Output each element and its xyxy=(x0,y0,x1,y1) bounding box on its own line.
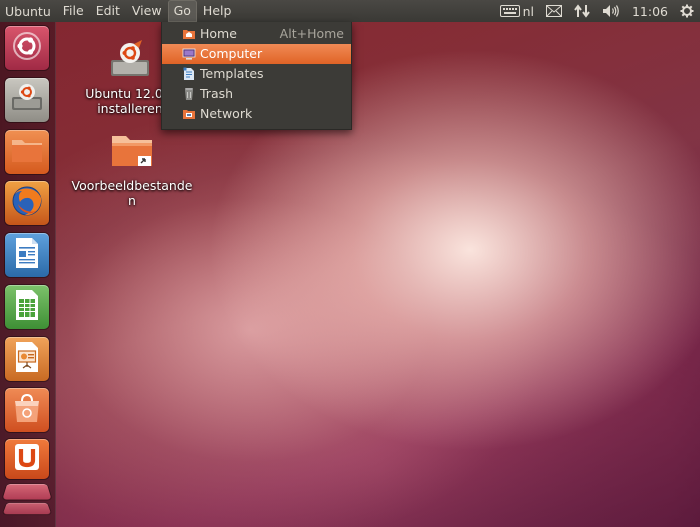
launcher-workspace-switcher[interactable] xyxy=(2,484,52,500)
launcher-libreoffice-writer[interactable] xyxy=(5,233,49,277)
menu-bar: File Edit View Go Help xyxy=(57,0,238,22)
installer-desktop-icon xyxy=(108,38,152,82)
menu-file[interactable]: File xyxy=(57,0,90,22)
sample-label-line1: Voorbeeldbestande xyxy=(71,178,193,193)
launcher-dash-home[interactable] xyxy=(5,26,49,70)
launcher-firefox[interactable] xyxy=(5,181,49,225)
go-menu-item-templates[interactable]: Templates xyxy=(162,64,351,84)
launcher-libreoffice-impress[interactable] xyxy=(5,337,49,381)
network-indicator[interactable] xyxy=(568,0,596,22)
menu-edit[interactable]: Edit xyxy=(90,0,126,22)
clock-label: 11:06 xyxy=(631,3,668,19)
mail-icon xyxy=(545,5,562,17)
go-menu-item-computer-label: Computer xyxy=(200,46,263,61)
launcher-files[interactable] xyxy=(5,130,49,174)
launcher-ubuntu-one[interactable] xyxy=(5,439,49,479)
go-menu-item-trash[interactable]: Trash xyxy=(162,84,351,104)
launcher-trash[interactable] xyxy=(2,502,52,515)
app-title: Ubuntu xyxy=(5,3,51,19)
power-gear-icon xyxy=(680,4,694,18)
menu-help[interactable]: Help xyxy=(197,0,238,22)
clock-indicator[interactable]: 11:06 xyxy=(626,0,674,22)
go-menu-item-home-accel: Alt+Home xyxy=(279,26,344,41)
trash-icon xyxy=(182,87,196,101)
ubuntu-logo-icon xyxy=(12,31,42,65)
computer-icon xyxy=(182,47,196,61)
go-menu-item-computer[interactable]: Computer xyxy=(162,44,351,64)
go-menu-item-home-label: Home xyxy=(200,26,237,41)
launcher-ubuntu-software-center[interactable] xyxy=(5,388,49,432)
sample-folder-icon xyxy=(110,130,154,174)
ubuntu-one-icon xyxy=(13,442,41,476)
indicator-area: nl 11:06 xyxy=(494,0,700,22)
firefox-icon xyxy=(10,184,44,222)
top-panel: Ubuntu File Edit View Go Help nl 11:06 xyxy=(0,0,700,22)
go-menu-item-home[interactable]: Home Alt+Home xyxy=(162,24,351,44)
menu-go[interactable]: Go xyxy=(167,0,197,22)
launcher-ubuntu-installer[interactable] xyxy=(5,78,49,122)
go-menu-dropdown: Home Alt+Home Computer Templates Trash N… xyxy=(161,22,352,130)
folder-icon xyxy=(10,136,44,168)
go-menu-item-trash-label: Trash xyxy=(200,86,234,101)
keyboard-icon xyxy=(499,5,520,17)
templates-icon xyxy=(182,67,196,81)
go-menu-item-network[interactable]: Network xyxy=(162,104,351,124)
sound-indicator[interactable] xyxy=(596,0,626,22)
go-menu-item-network-label: Network xyxy=(200,106,253,121)
menu-view[interactable]: View xyxy=(126,0,168,22)
network-folder-icon xyxy=(182,107,196,121)
volume-icon xyxy=(602,4,620,18)
impress-presentation-icon xyxy=(14,341,40,377)
session-indicator[interactable] xyxy=(674,0,700,22)
launcher-libreoffice-calc[interactable] xyxy=(5,285,49,329)
installer-icon xyxy=(9,81,45,119)
go-menu-item-templates-label: Templates xyxy=(200,66,264,81)
keyboard-indicator[interactable]: nl xyxy=(494,0,540,22)
keyboard-layout-label: nl xyxy=(522,3,534,19)
home-folder-icon xyxy=(182,27,196,41)
sample-label-line2: n xyxy=(128,193,136,208)
network-icon xyxy=(574,4,590,18)
calc-spreadsheet-icon xyxy=(14,289,40,325)
desktop-icon-sample-files[interactable]: Voorbeeldbestande n xyxy=(68,130,196,208)
messaging-indicator[interactable] xyxy=(540,0,568,22)
launcher xyxy=(0,22,56,527)
writer-document-icon xyxy=(14,237,40,273)
software-center-bag-icon xyxy=(11,392,43,428)
